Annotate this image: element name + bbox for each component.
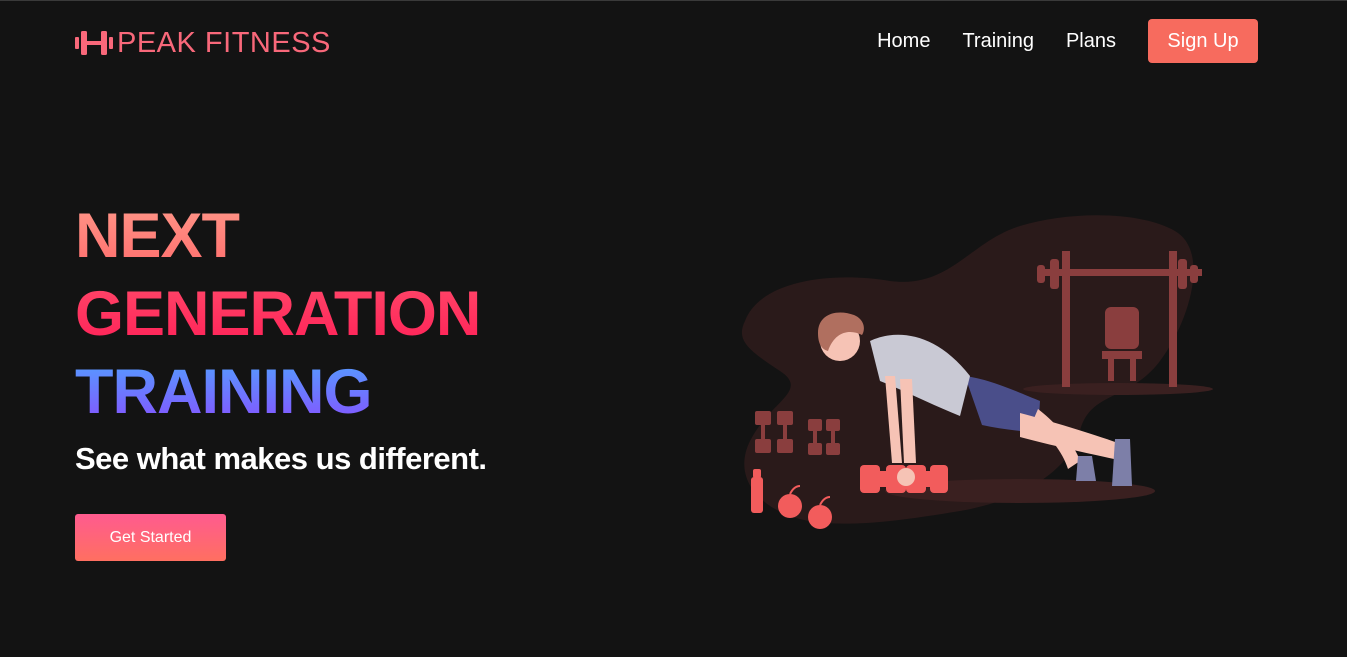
hero-subtitle: See what makes us different.: [75, 441, 487, 476]
navbar: PEAK FITNESS Home Training Plans Sign Up: [0, 1, 1347, 83]
person-pushup-illustration: [741, 215, 1213, 529]
hero-title-line-3: TRAINING: [75, 353, 487, 431]
nav-home-link[interactable]: Home: [877, 30, 930, 53]
rack-shadow: [1023, 383, 1213, 395]
hero-title-line-1: NEXT: [75, 197, 487, 275]
get-started-button[interactable]: Get Started: [75, 514, 226, 561]
brand-logo[interactable]: PEAK FITNESS: [75, 23, 331, 63]
nav-plans-link[interactable]: Plans: [1066, 30, 1116, 53]
hero-section: NEXT GENERATION TRAINING See what makes …: [75, 197, 487, 561]
hero-title: NEXT GENERATION TRAINING: [75, 197, 487, 431]
brand-name: PEAK FITNESS: [117, 26, 331, 59]
nav-training-link[interactable]: Training: [962, 30, 1034, 53]
main-nav: Home Training Plans Sign Up: [877, 19, 1258, 63]
signup-button[interactable]: Sign Up: [1148, 19, 1258, 63]
dumbbell-icon: [75, 31, 113, 55]
hero-title-line-2: GENERATION: [75, 275, 487, 353]
